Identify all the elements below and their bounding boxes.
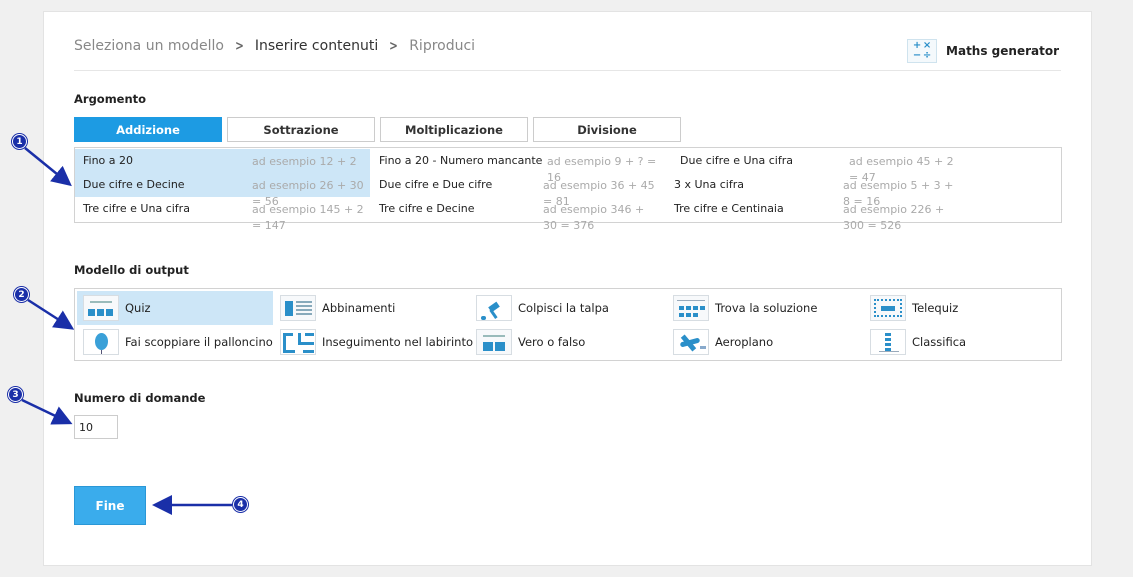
annotation-arrows bbox=[21, 147, 232, 515]
annotation-arrow-2 bbox=[27, 298, 75, 330]
annotation-marker-4: 4 bbox=[233, 497, 248, 512]
annotation-arrow-3 bbox=[21, 398, 73, 425]
annotation-marker-1: 1 bbox=[12, 134, 27, 149]
annotation-marker-3: 3 bbox=[8, 387, 23, 402]
annotation-marker-2: 2 bbox=[14, 287, 29, 302]
annotation-arrow-1 bbox=[24, 147, 72, 187]
